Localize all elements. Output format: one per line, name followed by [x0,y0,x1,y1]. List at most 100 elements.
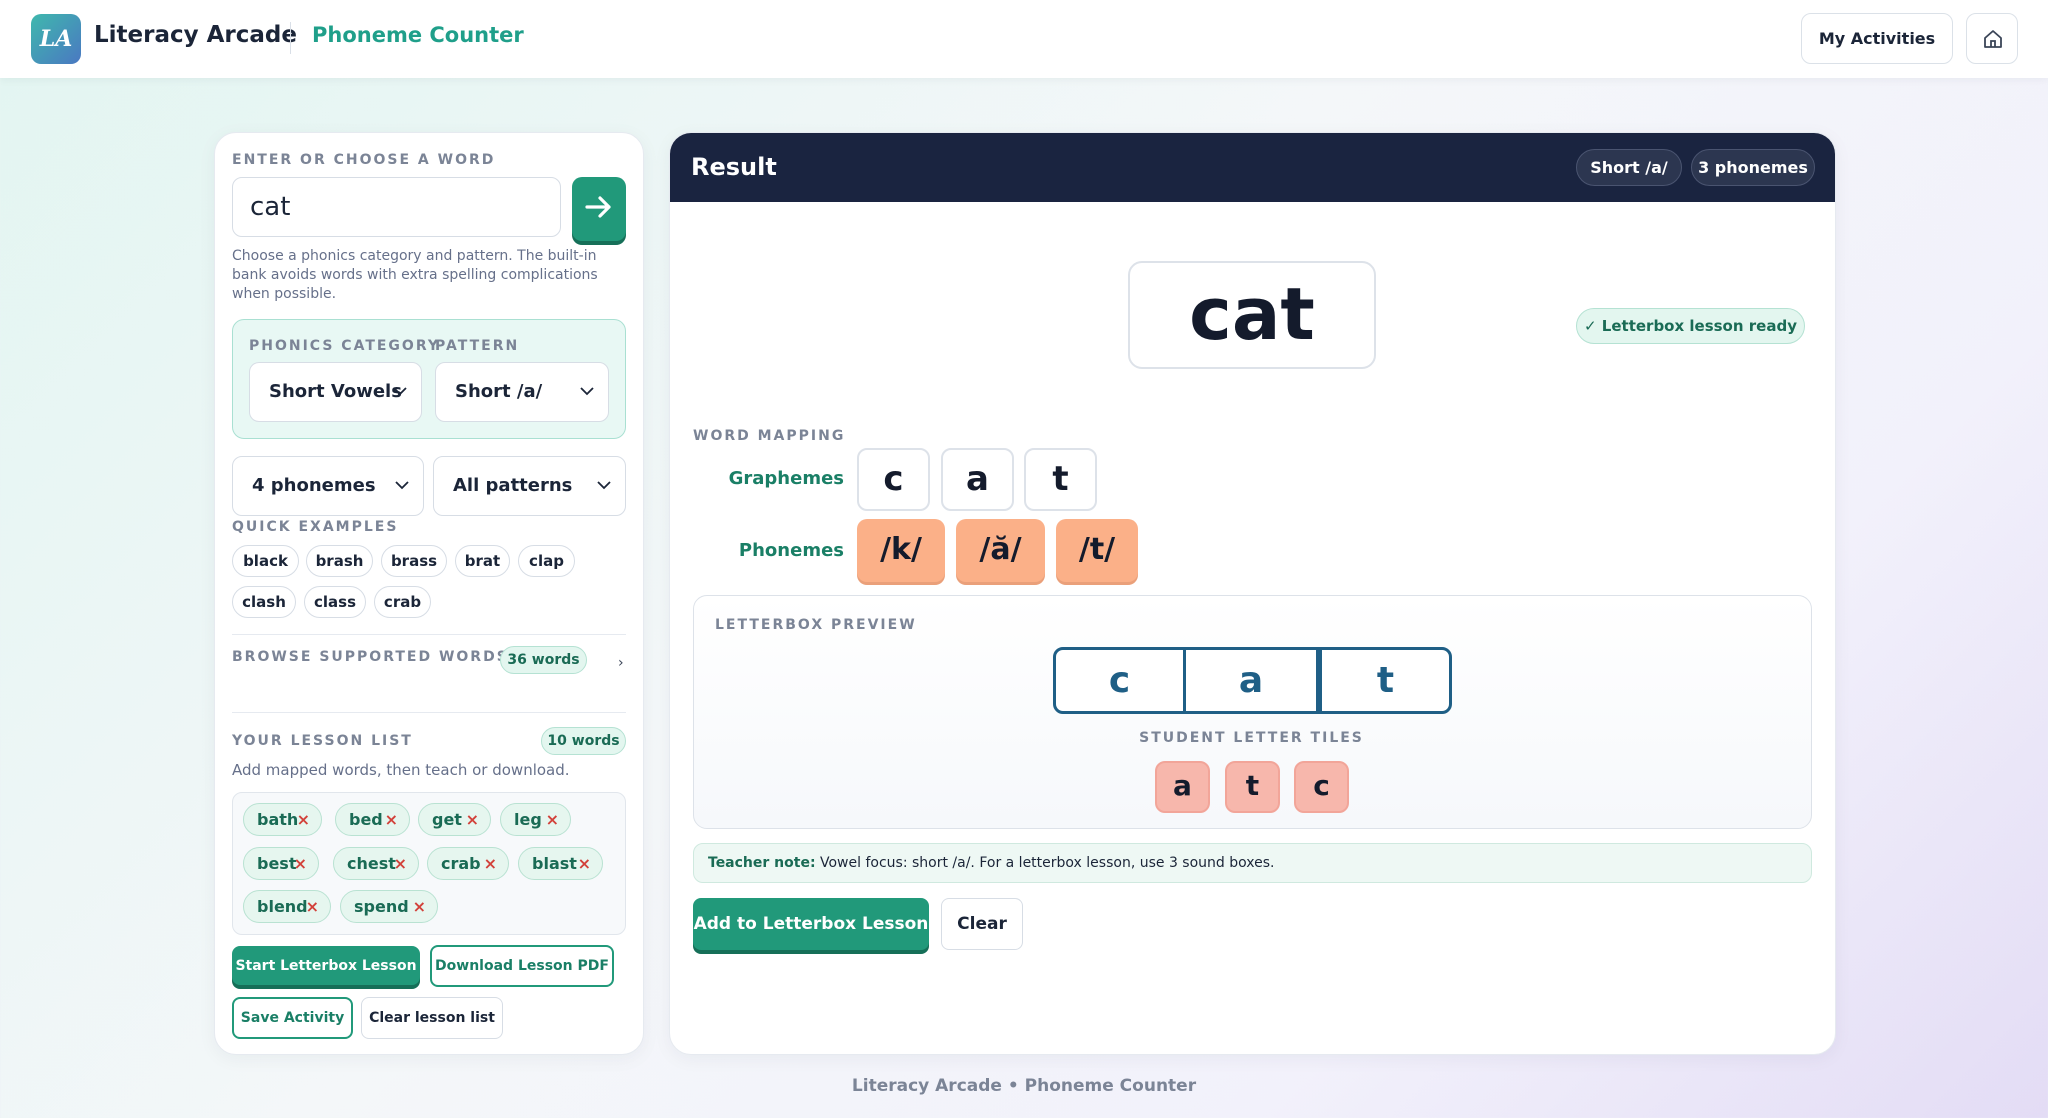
remove-icon[interactable]: × [578,848,591,879]
word-mapping-label: WORD MAPPING [693,428,846,444]
browse-count-badge: 36 words [500,646,587,674]
logo[interactable]: LA [31,14,81,64]
lesson-word-chip[interactable]: crab × [427,847,509,880]
pattern-filter-value: All patterns [453,475,573,496]
category-label: PHONICS CATEGORY [249,338,440,354]
add-to-letterbox-button[interactable]: Add to Letterbox Lesson [693,898,929,950]
clear-button[interactable]: Clear [941,898,1023,950]
lesson-word-chip[interactable]: bed × [335,803,410,836]
lesson-word-chip[interactable]: bath × [243,803,322,836]
lesson-word-chip[interactable]: leg × [500,803,571,836]
quick-examples-label: QUICK EXAMPLES [232,519,399,535]
lesson-word-chip[interactable]: blend × [243,890,331,923]
quick-example-chip[interactable]: clash [232,586,296,618]
remove-icon[interactable]: × [546,804,559,835]
chevron-down-icon [395,481,409,490]
remove-icon[interactable]: × [294,848,307,879]
top-bar: LA Literacy Arcade Phoneme Counter My Ac… [0,0,2048,78]
teacher-note: Teacher note: Vowel focus: short /a/. Fo… [693,843,1812,883]
save-activity-button[interactable]: Save Activity [232,997,353,1039]
phoneme-tile: /ă/ [956,519,1045,582]
phoneme-count-badge: 3 phonemes [1691,149,1815,186]
current-word-display: cat [1128,261,1376,369]
arrow-right-icon [585,196,611,218]
pattern-label: PATTERN [435,338,520,354]
pattern-badge: Short /a/ [1576,149,1682,186]
my-activities-button[interactable]: My Activities [1801,13,1953,64]
teacher-note-label: Teacher note: [708,855,816,871]
chevron-right-icon[interactable]: › [618,655,624,671]
quick-example-chip[interactable]: brash [306,545,373,577]
divider [232,712,626,713]
phoneme-count-value: 4 phonemes [252,475,376,496]
lesson-word: spend [354,897,409,916]
lesson-word-chip[interactable]: get × [418,803,491,836]
home-button[interactable] [1966,13,2018,64]
remove-icon[interactable]: × [484,848,497,879]
category-select-value: Short Vowels [269,381,402,402]
pattern-filter-select[interactable]: All patterns [433,456,626,516]
clear-lesson-list-button[interactable]: Clear lesson list [361,997,503,1039]
start-letterbox-lesson-button[interactable]: Start Letterbox Lesson [232,946,420,985]
quick-example-chip[interactable]: crab [374,586,431,618]
quick-example-chip[interactable]: black [232,545,299,577]
app-name: Phoneme Counter [312,23,524,47]
lesson-ready-badge: ✓ Letterbox lesson ready [1576,308,1805,344]
remove-icon[interactable]: × [306,891,319,922]
download-pdf-button[interactable]: Download Lesson PDF [430,945,614,987]
grapheme-tile: a [941,448,1014,511]
chevron-down-icon [393,387,407,396]
quick-example-chip[interactable]: brass [381,545,447,577]
result-title: Result [691,153,777,181]
helper-text: Choose a phonics category and pattern. T… [232,248,598,302]
remove-icon[interactable]: × [385,804,398,835]
student-letter-tile[interactable]: t [1225,761,1280,813]
letterbox-cell: c [1053,647,1186,714]
lesson-word: leg [514,810,542,829]
phoneme-tile: /t/ [1056,519,1138,582]
pattern-select[interactable]: Short /a/ [435,362,609,422]
home-icon [1984,30,2002,48]
remove-icon[interactable]: × [466,804,479,835]
submit-word-button[interactable] [572,177,626,241]
student-letter-tile[interactable]: c [1294,761,1349,813]
teacher-note-text: Vowel focus: short /a/. For a letterbox … [815,855,1275,871]
quick-example-chip[interactable]: brat [455,545,510,577]
lesson-word-chip[interactable]: blast × [518,847,603,880]
phoneme-count-select[interactable]: 4 phonemes [232,456,424,516]
lesson-word-chip[interactable]: spend × [340,890,438,923]
lesson-word: blast [532,854,577,873]
divider [232,634,626,635]
brand-divider [290,22,291,54]
lesson-word: best [257,854,297,873]
lesson-word: bath [257,810,299,829]
footer: Literacy Arcade • Phoneme Counter [851,1076,1197,1096]
lesson-word: bed [349,810,383,829]
lesson-help-text: Add mapped words, then teach or download… [232,761,570,779]
lesson-word: blend [257,897,308,916]
pattern-select-value: Short /a/ [455,381,543,402]
word-entry-label: ENTER OR CHOOSE A WORD [232,152,496,168]
remove-icon[interactable]: × [413,891,426,922]
lesson-word: chest [347,854,396,873]
letterbox-cell: t [1319,647,1452,714]
chevron-down-icon [580,387,594,396]
category-select[interactable]: Short Vowels [249,362,422,422]
student-letter-tile[interactable]: a [1155,761,1210,813]
lesson-word: crab [441,854,481,873]
remove-icon[interactable]: × [394,848,407,879]
phonemes-label: Phonemes [738,540,844,561]
letterbox-preview-label: LETTERBOX PREVIEW [715,617,917,633]
grapheme-tile: t [1024,448,1097,511]
student-tiles-label: STUDENT LETTER TILES [1139,730,1364,746]
word-input[interactable] [232,177,561,237]
remove-icon[interactable]: × [297,804,310,835]
letterbox-cell: a [1186,647,1319,714]
result-header: Result Short /a/ 3 phonemes [670,133,1835,202]
browse-words-toggle[interactable]: BROWSE SUPPORTED WORDS [232,649,509,665]
chevron-down-icon [597,481,611,490]
quick-example-chip[interactable]: class [304,586,366,618]
lesson-word-chip[interactable]: best × [243,847,319,880]
quick-example-chip[interactable]: clap [518,545,575,577]
lesson-word-chip[interactable]: chest × [333,847,419,880]
